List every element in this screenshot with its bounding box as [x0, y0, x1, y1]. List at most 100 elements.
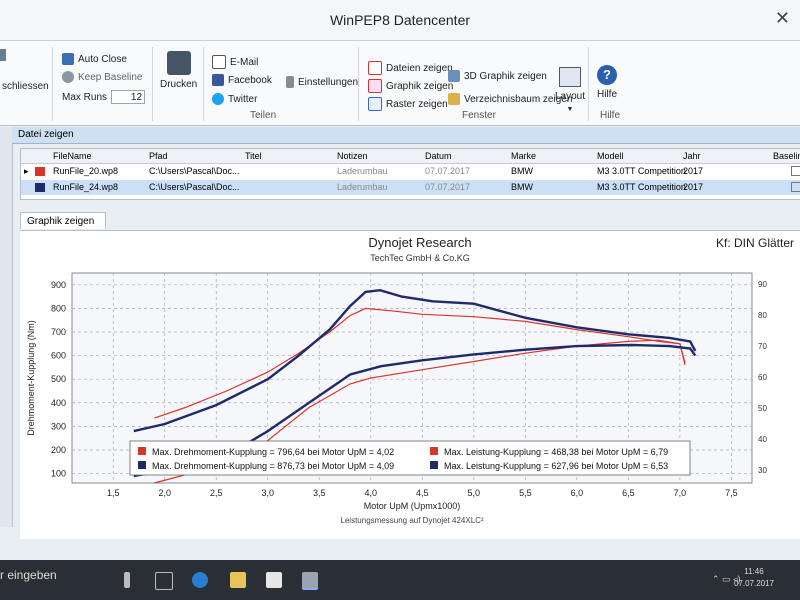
legend-entry: Max. Drehmoment-Kupplung = 876,73 bei Mo…	[152, 461, 394, 471]
clock-time: 11:46	[744, 567, 764, 576]
keep-baseline-label: Keep Baseline	[78, 71, 143, 83]
max-runs-stepper[interactable]: 12	[111, 90, 146, 104]
drucken-button[interactable]: Drucken	[160, 51, 197, 90]
graphik-3d-button[interactable]: 3D Graphik zeigen	[448, 70, 547, 82]
y-tick-label: 600	[51, 351, 66, 361]
right-tick-label: 80	[758, 311, 767, 320]
task-view-icon[interactable]	[155, 572, 173, 590]
right-tick-label: 70	[758, 342, 767, 351]
table-cell-notizen: Laderumbau	[337, 182, 388, 192]
filter-label: Kf: DIN Glätter	[716, 236, 794, 250]
x-tick-label: 4,5	[416, 488, 429, 498]
right-tick-label: 40	[758, 435, 767, 444]
table-header: FileName Pfad Titel Notizen Datum Marke Modell…	[21, 149, 800, 164]
taskbar-search[interactable]: r eingeben	[0, 568, 57, 582]
tab-label: Graphik zeigen	[27, 216, 95, 227]
y-tick-label: 100	[51, 469, 66, 479]
chart-footer: Leistungsmessung auf Dynojet 424XLC²	[340, 516, 484, 525]
table-cell-datum: 07.07.2017	[425, 166, 471, 176]
column-header[interactable]: Marke	[511, 151, 536, 161]
winpep-app-icon[interactable]	[302, 572, 318, 590]
layout-label: Layout	[555, 91, 586, 102]
hilfe-group-label: Hilfe	[600, 110, 621, 121]
table-cell-marke: BMW	[511, 182, 533, 192]
baseline-checkbox[interactable]	[791, 166, 800, 176]
y-tick-label: 200	[51, 445, 66, 455]
tab-bar: Graphik zeigen ✕	[20, 212, 800, 244]
schliessen-button-partial[interactable]	[0, 49, 6, 61]
legend-swatch	[138, 461, 146, 469]
row-color-swatch[interactable]	[35, 167, 45, 176]
table-cell-jahr: 2017	[683, 182, 704, 192]
chart-area: 1,5 2,0 2,5 3,0 3,5 4,0 4,5 5,0 5,5 6,0 6,5 7,0 7,5 1…	[20, 230, 800, 539]
auto-close-label: Auto Close	[78, 53, 127, 65]
close-window-button[interactable]: ✕	[775, 8, 790, 29]
file-table: FileName Pfad Titel Notizen Datum Marke Modell…	[20, 148, 800, 200]
legend-entry: Max. Leistung-Kupplung = 468,38 bei Moto…	[444, 447, 668, 457]
column-header[interactable]: Modell	[597, 151, 624, 161]
raster-zeigen-label: Raster zeigen	[386, 98, 448, 110]
x-tick-label: 5,5	[519, 488, 532, 498]
table-cell-marke: BMW	[511, 166, 533, 176]
microphone-icon[interactable]	[124, 572, 130, 588]
clock[interactable]: 11:46 07.07.2017	[734, 566, 774, 590]
window-title: WinPEP8 Datencenter	[329, 12, 471, 28]
table-row[interactable]: ▸ RunFile_20.wp8 C:\Users\Pascal\Doc... Lad…	[21, 164, 800, 179]
auto-close-toggle[interactable]: Auto Close	[62, 53, 127, 65]
table-cell-modell: M3 3.0TT Competition	[597, 166, 686, 176]
x-tick-label: 7,0	[674, 488, 687, 498]
left-toolbar[interactable]	[0, 127, 13, 527]
dateien-zeigen-button[interactable]: Dateien zeigen	[368, 61, 453, 75]
fenster-group-label: Fenster	[462, 110, 496, 121]
twitter-button[interactable]: Twitter	[212, 93, 257, 105]
printer-icon	[166, 51, 191, 75]
explorer-icon[interactable]	[230, 572, 246, 588]
column-header[interactable]: Baseline	[773, 151, 800, 161]
schliessen-button[interactable]: schliessen	[2, 81, 49, 92]
tab-graphik-zeigen[interactable]: Graphik zeigen ✕	[20, 212, 106, 244]
column-header[interactable]: Titel	[245, 151, 262, 161]
mail-app-icon[interactable]	[266, 572, 282, 588]
chart-icon	[368, 79, 382, 93]
twitter-icon	[212, 93, 224, 105]
row-color-swatch[interactable]	[35, 183, 45, 192]
graphik-zeigen-button[interactable]: Graphik zeigen	[368, 79, 453, 93]
facebook-icon	[212, 74, 224, 86]
hilfe-button[interactable]: ? Hilfe	[597, 65, 617, 100]
files-icon	[368, 61, 382, 75]
table-row[interactable]: RunFile_24.wp8 C:\Users\Pascal\Doc... Lade…	[21, 180, 800, 195]
graphik-3d-label: 3D Graphik zeigen	[464, 70, 547, 82]
facebook-button[interactable]: Facebook	[212, 74, 272, 86]
email-button[interactable]: E-Mail	[212, 55, 258, 69]
column-header[interactable]: Datum	[425, 151, 452, 161]
verzeichnisbaum-button[interactable]: Verzeichnisbaum zeigen	[448, 93, 572, 105]
edge-icon[interactable]	[192, 572, 208, 588]
einstellungen-button[interactable]: Einstellungen	[286, 76, 358, 88]
column-header[interactable]: Jahr	[683, 151, 701, 161]
raster-zeigen-button[interactable]: Raster zeigen	[368, 97, 448, 111]
layout-button[interactable]: Layout ▼	[555, 67, 585, 113]
keep-baseline-toggle[interactable]: Keep Baseline	[62, 71, 143, 83]
drucken-label: Drucken	[160, 79, 198, 90]
column-header[interactable]: FileName	[53, 151, 92, 161]
column-header[interactable]: Notizen	[337, 151, 368, 161]
legend-swatch	[430, 461, 438, 469]
baseline-checkbox[interactable]	[791, 182, 800, 192]
dyno-chart: 1,5 2,0 2,5 3,0 3,5 4,0 4,5 5,0 5,5 6,0 6,5 7,0 7,5 1…	[26, 235, 794, 525]
column-header[interactable]: Pfad	[149, 151, 168, 161]
table-cell-filename: RunFile_24.wp8	[53, 182, 119, 192]
table-cell-datum: 07.07.2017	[425, 182, 471, 192]
table-cell-path: C:\Users\Pascal\Doc...	[149, 182, 240, 192]
app-window: WinPEP8 Datencenter ✕ schliessen Auto Cl…	[0, 0, 800, 560]
mail-icon	[212, 55, 226, 69]
right-tick-label: 30	[758, 466, 767, 475]
save-icon	[62, 53, 74, 65]
x-tick-label: 5,0	[468, 488, 481, 498]
layout-icon	[559, 67, 582, 87]
folder-tree-icon	[448, 93, 460, 105]
y-tick-label: 300	[51, 421, 66, 431]
y-tick-label: 700	[51, 327, 66, 337]
cube-icon	[448, 70, 460, 82]
chevron-down-icon: ▼	[566, 106, 574, 113]
max-runs-control: Max Runs 12	[62, 90, 146, 104]
